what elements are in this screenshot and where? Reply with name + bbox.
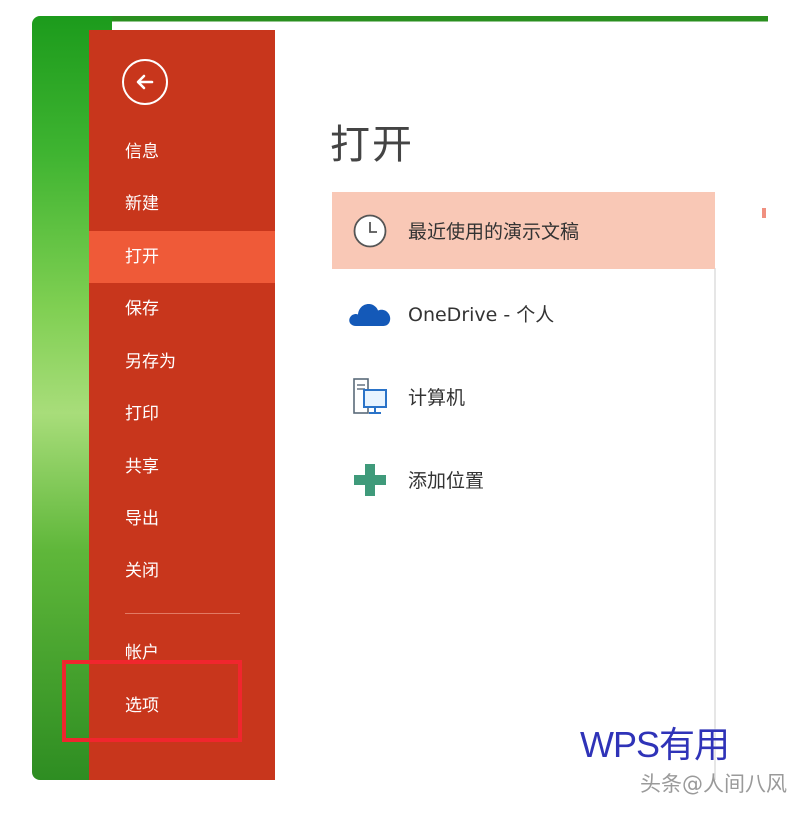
location-label: 最近使用的演示文稿 bbox=[408, 221, 580, 243]
nav-item-print[interactable]: 打印 bbox=[89, 388, 275, 440]
watermark-secondary: 头条@人间八风 bbox=[640, 772, 787, 796]
computer-icon bbox=[353, 377, 387, 414]
edge-mark bbox=[762, 208, 766, 218]
watermark-primary: WPS有用 bbox=[580, 724, 730, 765]
location-label: 计算机 bbox=[408, 387, 466, 409]
clock-icon bbox=[353, 214, 387, 247]
nav-item-share[interactable]: 共享 bbox=[89, 441, 275, 493]
nav-item-export[interactable]: 导出 bbox=[89, 493, 275, 545]
window-top-edge bbox=[112, 16, 768, 30]
location-label: 添加位置 bbox=[408, 470, 485, 492]
sidebar-divider bbox=[125, 613, 240, 614]
back-button[interactable] bbox=[122, 59, 168, 105]
location-recent-presentations[interactable]: 最近使用的演示文稿 bbox=[332, 192, 715, 269]
nav-item-open[interactable]: 打开 bbox=[89, 231, 275, 283]
location-add-place[interactable]: 添加位置 bbox=[332, 441, 715, 518]
location-onedrive[interactable]: OneDrive - 个人 bbox=[332, 275, 715, 352]
plus-icon bbox=[354, 463, 386, 496]
location-computer[interactable]: 计算机 bbox=[332, 358, 715, 435]
page-title: 打开 bbox=[330, 122, 414, 168]
nav-item-save-as[interactable]: 另存为 bbox=[89, 336, 275, 388]
options-highlight-annotation bbox=[62, 660, 242, 742]
nav-item-info[interactable]: 信息 bbox=[89, 126, 275, 178]
nav-item-new[interactable]: 新建 bbox=[89, 178, 275, 230]
nav-item-save[interactable]: 保存 bbox=[89, 283, 275, 335]
location-label: OneDrive - 个人 bbox=[408, 304, 555, 326]
arrow-left-circle-icon bbox=[136, 74, 154, 90]
cloud-icon bbox=[349, 303, 391, 326]
nav-item-close[interactable]: 关闭 bbox=[89, 545, 275, 597]
